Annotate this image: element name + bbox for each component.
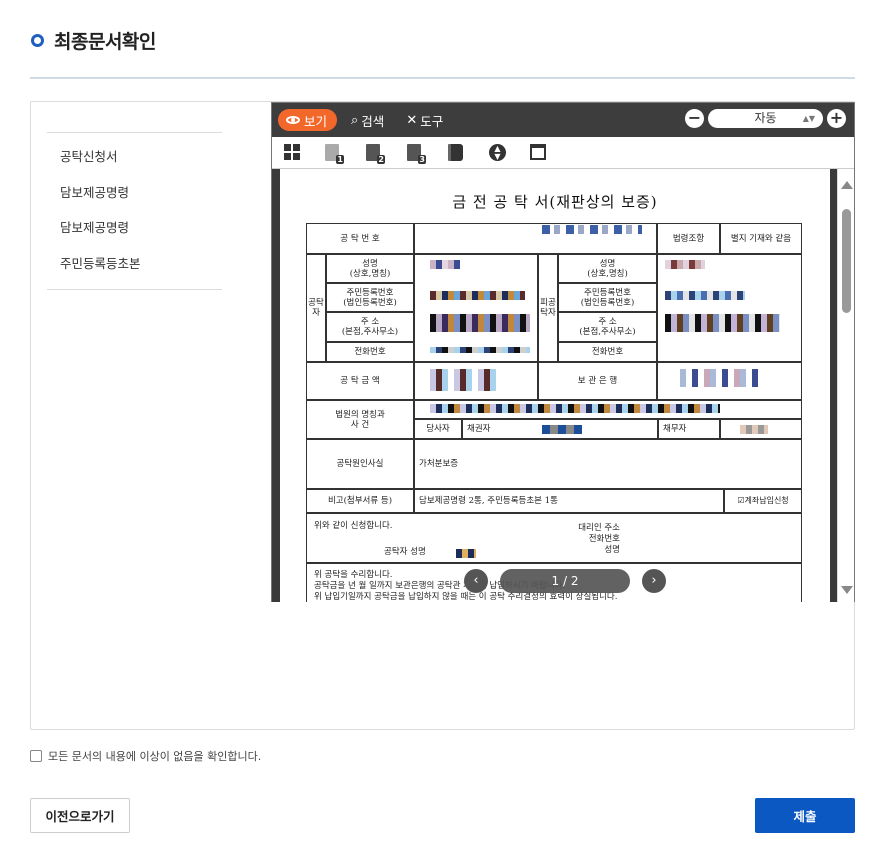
redacted-mosaic [430,404,720,413]
agent-name-label: 성명 [604,545,620,555]
zoom-in-button[interactable]: + [827,109,846,128]
redacted-mosaic [430,291,525,300]
search-tab-label: 검색 [361,113,385,129]
header-divider [30,77,855,79]
cell-bank: 보 관 은 행 [538,362,657,400]
zoom-out-button[interactable]: − [685,109,704,128]
cell-phone2: 전화번호 [558,342,657,362]
cell-address: 주 소 (본점,주사무소) [326,312,414,342]
page-indicator: 1 / 2 [500,569,630,593]
pdf-viewer: 보기 ⌕ 검색 ✕ 도구 − 자동 ▲▼ + 1 2 3 ▲ ▼ 금 전 공 탁… [271,102,855,602]
two-page-icon[interactable]: 2 [366,143,385,164]
cell-reg-no: 주민등록번호 (법인등록번호) [326,283,414,312]
viewer-toolbar: 보기 ⌕ 검색 ✕ 도구 − 자동 ▲▼ + [272,103,854,137]
cell-reg-no2: 주민등록번호 (법인등록번호) [558,283,657,312]
cell-name2: 성명 (상호,명칭) [558,254,657,283]
redacted-mosaic [430,260,460,269]
document-canvas[interactable]: 금 전 공 탁 서(재판상의 보증) 공 탁 번 호 법령조항 별지 기재와 같… [272,169,838,602]
cell-cause-value: 가처분보증 [414,439,802,489]
apply-text: 위와 같이 신청합니다. [314,521,393,531]
confirm-label[interactable]: 모든 문서의 내용에 이상이 없음을 확인합니다. [48,748,261,764]
page-title: 최종문서확인 [54,30,156,53]
redacted-mosaic [430,347,530,353]
single-page-icon[interactable]: 1 [325,143,344,164]
presentation-icon[interactable] [530,143,548,162]
cell-party: 당사자 [414,419,462,439]
redacted-mosaic [680,369,760,387]
scroll-down-arrow-icon[interactable] [841,586,853,594]
search-icon: ⌕ [351,112,359,128]
zoom-value: 자동 [754,111,777,125]
document-panel: 공탁신청서 담보제공명령 담보제공명령 주민등록등초본 보기 ⌕ 검색 ✕ 도구… [30,101,855,730]
scroll-thumb[interactable] [842,209,851,313]
tools-icon: ✕ [406,112,418,128]
redacted-mosaic [740,425,768,434]
thumbnail-grid-icon[interactable] [284,143,302,162]
viewer-scrollbar[interactable] [837,169,854,602]
redacted-mosaic [665,314,780,332]
cell-depositor: 공탁자 [306,254,326,362]
redacted-mosaic [542,425,582,434]
document-list: 공탁신청서 담보제공명령 담보제공명령 주민등록등초본 [47,132,222,290]
document-list-item[interactable]: 담보제공명령 [47,175,222,211]
cell-phone: 전화번호 [326,342,414,362]
cell-depositee: 피공탁자 [538,254,558,362]
redacted-mosaic [665,291,745,300]
cell-cause: 공탁원인사실 [306,439,414,489]
tools-tab[interactable]: ✕ 도구 [398,109,451,131]
depositor-sign-label: 공탁자 성명 [384,547,426,557]
document-page: 금 전 공 탁 서(재판상의 보증) 공 탁 번 호 법령조항 별지 기재와 같… [280,169,830,602]
cell-account-check: ☑계좌납입신청 [724,489,802,513]
search-tab[interactable]: ⌕ 검색 [343,109,392,131]
cell-law-clause: 법령조항 [657,223,720,254]
cell-amount: 공 탁 금 액 [306,362,414,400]
zoom-controls: − 자동 ▲▼ + [685,109,846,128]
cell-depositor-values [414,254,538,362]
cell-debtor: 채무자 [658,419,720,439]
redacted-mosaic [542,225,642,234]
tools-tab-label: 도구 [420,113,444,129]
cell-depositee-values [657,254,802,362]
cell-address2: 주 소 (본점,주사무소) [558,312,657,342]
document-list-item[interactable]: 담보제공명령 [47,210,222,246]
redacted-mosaic [430,369,500,391]
title-bullet-icon [31,33,44,47]
cell-deposit-no: 공 탁 번 호 [306,223,414,254]
confirm-checkbox[interactable] [30,750,42,762]
page-header: 최종문서확인 [30,26,156,54]
three-page-icon[interactable]: 3 [407,143,426,164]
scroll-mode-icon[interactable]: ▲ ▼ [489,143,507,162]
zoom-select[interactable]: 자동 ▲▼ [708,109,823,128]
cell-court: 법원의 명칭과 사 건 [306,400,414,439]
viewer-subtoolbar: 1 2 3 ▲ ▼ [272,137,854,169]
eye-icon [286,116,300,124]
view-tab-label: 보기 [304,113,328,129]
submit-button[interactable]: 제출 [755,798,855,833]
form-title: 금 전 공 탁 서(재판상의 보증) [452,193,658,211]
cell-remark: 비고(첨부서류 등) [306,489,414,513]
confirm-row[interactable]: 모든 문서의 내용에 이상이 없음을 확인합니다. [30,748,261,764]
scroll-up-arrow-icon[interactable] [841,181,853,189]
document-list-item[interactable]: 공탁신청서 [47,139,222,175]
redacted-mosaic [665,260,705,269]
cell-name: 성명 (상호,명칭) [326,254,414,283]
redacted-mosaic [456,549,476,558]
document-list-item[interactable]: 주민등록등초본 [47,246,222,282]
select-arrows-icon: ▲▼ [802,114,815,123]
previous-button[interactable]: 이전으로가기 [30,798,130,833]
cell-remark-value: 담보제공명령 2통, 주민등록등초본 1통 [414,489,724,513]
next-page-button[interactable]: › [642,569,666,593]
view-tab[interactable]: 보기 [278,109,338,131]
redacted-mosaic [430,314,530,332]
prev-page-button[interactable]: ‹ [464,569,488,593]
book-icon[interactable] [448,143,466,162]
cell-law-note: 별지 기재와 같음 [720,223,802,254]
